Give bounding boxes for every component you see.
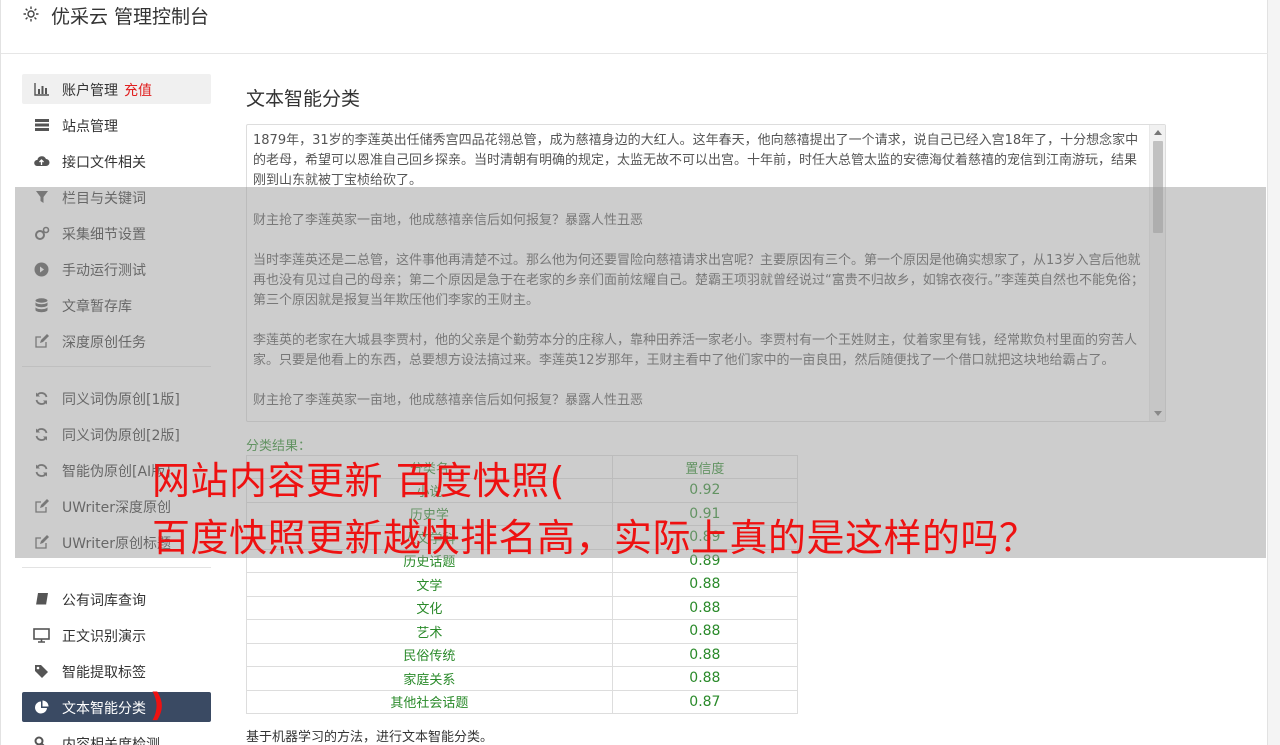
table-row: 家庭关系 0.88	[246, 666, 799, 691]
server-icon	[33, 117, 50, 133]
tag-icon	[33, 663, 50, 679]
page-title: 文本智能分类	[246, 88, 361, 110]
pie-chart-icon	[33, 699, 50, 715]
sidebar-item-relevance[interactable]: 内容相关度检测	[22, 728, 211, 745]
sidebar-item-label: 正文识别演示	[62, 629, 146, 645]
gear-icon[interactable]	[22, 5, 40, 23]
overlay-paren: )	[150, 686, 165, 724]
page-margin	[1268, 0, 1280, 745]
recharge-link[interactable]: 充值	[124, 83, 152, 99]
sidebar-divider	[22, 567, 211, 568]
confidence-cell: 0.87	[611, 689, 799, 714]
sidebar-item-label: 站点管理	[62, 119, 118, 135]
monitor-icon	[33, 627, 50, 643]
category-cell: 家庭关系	[246, 666, 613, 691]
category-cell: 民俗传统	[246, 642, 613, 667]
sidebar-item-label: 内容相关度检测	[62, 737, 160, 745]
sidebar-item-label: 接口文件相关	[62, 155, 146, 171]
book-icon	[33, 591, 50, 607]
confidence-cell: 0.88	[611, 619, 799, 644]
key-icon	[33, 735, 50, 745]
sidebar-item-account[interactable]: 账户管理 充值	[22, 74, 211, 104]
sidebar-item-text-recognition[interactable]: 正文识别演示	[22, 620, 211, 650]
scroll-up-arrow-icon[interactable]	[1154, 130, 1162, 135]
table-row: 艺术 0.88	[246, 619, 799, 644]
sidebar-item-interface[interactable]: 接口文件相关	[22, 146, 211, 176]
paragraph: 1879年，31岁的李莲英出任储秀宫四品花翎总管，成为慈禧身边的大红人。这年春天…	[253, 133, 1139, 188]
sidebar-item-label: 账户管理	[62, 83, 118, 99]
sidebar-item-label: 文本智能分类	[62, 701, 146, 717]
overlay-headline-2: 百度快照更新越快排名高，实际上真的是这样的吗？	[152, 516, 1038, 560]
sidebar-item-label: 智能提取标签	[62, 665, 146, 681]
category-cell: 艺术	[246, 619, 613, 644]
category-cell: 其他社会话题	[246, 689, 613, 714]
confidence-cell: 0.88	[611, 666, 799, 691]
sidebar-item-tag-extract[interactable]: 智能提取标签	[22, 656, 211, 686]
footer-note: 基于机器学习的方法，进行文本智能分类。	[246, 730, 494, 745]
table-row: 文化 0.88	[246, 595, 799, 620]
category-cell: 文学	[246, 572, 613, 597]
bar-chart-icon	[33, 81, 50, 97]
category-cell: 文化	[246, 595, 613, 620]
table-row: 民俗传统 0.88	[246, 642, 799, 667]
confidence-cell: 0.88	[611, 642, 799, 667]
confidence-cell: 0.88	[611, 595, 799, 620]
sidebar-item-lexicon[interactable]: 公有词库查询	[22, 584, 211, 614]
sidebar-item-label: 公有词库查询	[62, 593, 146, 609]
overlay-headline-1: 网站内容更新 百度快照(	[152, 459, 565, 503]
sidebar-item-sites[interactable]: 站点管理	[22, 110, 211, 140]
cloud-upload-icon	[33, 153, 50, 169]
confidence-cell: 0.88	[611, 572, 799, 597]
app-title: 优采云 管理控制台	[51, 6, 210, 28]
table-row: 其他社会话题 0.87	[246, 689, 799, 714]
table-row: 文学 0.88	[246, 572, 799, 597]
sidebar-item-text-classify[interactable]: 文本智能分类	[22, 692, 211, 722]
